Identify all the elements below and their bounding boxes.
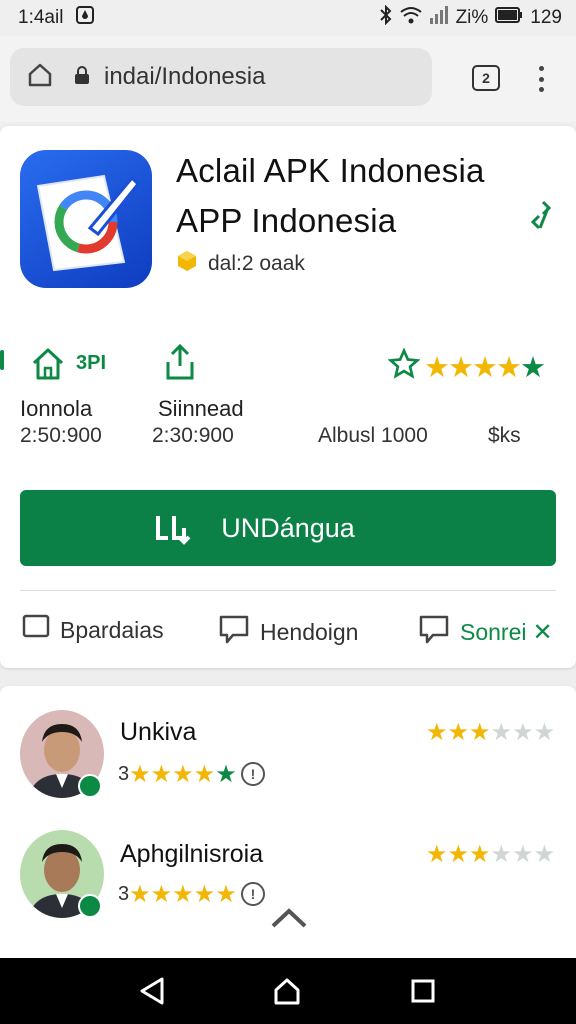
reviewer-name: Unkiva <box>120 718 197 746</box>
chevron-up-icon[interactable] <box>270 906 308 935</box>
review-star-rating: ★★★ ★★★ <box>426 719 556 746</box>
stat-label-2: Siinnead <box>158 396 244 421</box>
upload-icon <box>162 343 198 387</box>
install-button-label: UNDángua <box>221 512 355 543</box>
app-title-line1: Aclail APK Indonesia <box>176 152 485 189</box>
share-icon[interactable] <box>528 200 554 235</box>
review-sub-rating: 3★★★★★ <box>118 761 237 788</box>
square-icon <box>22 614 50 646</box>
star-rating-row: ★★★★★ <box>424 352 546 384</box>
app-rating-row: dal:2 oaak <box>176 250 305 278</box>
verified-badge-icon <box>78 894 102 918</box>
action-item-1[interactable]: Bpardaias <box>22 614 164 646</box>
app-title: Aclail APK Indonesia APP Indonesia <box>176 146 485 246</box>
stat-value-4: $ks <box>488 424 521 447</box>
review-prefix: 3 <box>118 883 130 905</box>
stat-value-2: 2:30:900 <box>152 424 234 447</box>
comment-icon <box>218 614 250 650</box>
tab-switcher-button[interactable]: 2 <box>472 65 500 91</box>
battery-percent: Zi% <box>455 7 489 28</box>
stat-badge: 3PI <box>76 352 107 374</box>
star-outline-icon <box>387 347 421 385</box>
house-icon <box>30 346 66 387</box>
address-bar[interactable]: indai/Indonesia <box>10 48 432 106</box>
message-icon <box>418 614 450 650</box>
action-label-1: Bpardaias <box>60 616 164 643</box>
close-icon[interactable]: ✕ <box>532 618 552 647</box>
lock-icon <box>74 65 90 90</box>
action-label-2: Hendoign <box>260 618 359 645</box>
app-icon <box>20 150 152 288</box>
divider <box>20 590 556 591</box>
overflow-menu-icon[interactable] <box>536 66 546 92</box>
stat-value-3: Albusl 1000 <box>318 424 428 447</box>
review-prefix: 3 <box>118 763 130 785</box>
action-item-3[interactable]: Sonrei ✕ <box>418 614 553 650</box>
back-icon[interactable] <box>138 976 166 1011</box>
app-rating-text: dal:2 oaak <box>208 252 305 275</box>
install-button[interactable]: UNDángua <box>20 490 556 566</box>
wifi-icon <box>399 6 422 30</box>
info-icon[interactable]: ! <box>241 882 265 906</box>
signal-icon <box>429 6 449 30</box>
battery-icon <box>495 7 523 29</box>
review-star-rating: ★★★ ★★★ <box>426 841 556 868</box>
info-icon[interactable]: ! <box>241 762 265 786</box>
reviewer-name: Aphgilnisroia <box>120 840 264 868</box>
verified-badge-icon <box>78 774 102 798</box>
status-bar: 1:4ail Zi% 129 <box>0 0 576 36</box>
stat-value-1: 2:50:900 <box>20 424 102 447</box>
home-nav-icon[interactable] <box>272 976 302 1011</box>
coin-icon <box>176 250 198 278</box>
app-details-card: Aclail APK Indonesia APP Indonesia dal:2… <box>0 126 576 668</box>
review-sub-rating: 3★★★★★ <box>118 881 237 908</box>
browser-toolbar: indai/Indonesia 2 <box>0 36 576 122</box>
home-icon[interactable] <box>26 61 54 94</box>
action-label-3: Sonrei <box>460 618 527 645</box>
recents-icon[interactable] <box>410 978 436 1009</box>
left-edge-marker <box>0 350 4 370</box>
url-text[interactable]: indai/Indonesia <box>104 63 265 91</box>
notification-icon <box>75 5 95 31</box>
system-navigation-bar <box>0 958 576 1024</box>
download-icon <box>154 512 196 553</box>
status-clock-right: 129 <box>530 7 562 28</box>
action-item-2[interactable]: Hendoign <box>218 614 358 650</box>
stat-label-1: Ionnola <box>20 396 93 421</box>
app-title-line2: APP Indonesia <box>176 202 397 239</box>
status-time: 1:4ail <box>18 7 64 28</box>
bluetooth-icon <box>379 4 393 31</box>
